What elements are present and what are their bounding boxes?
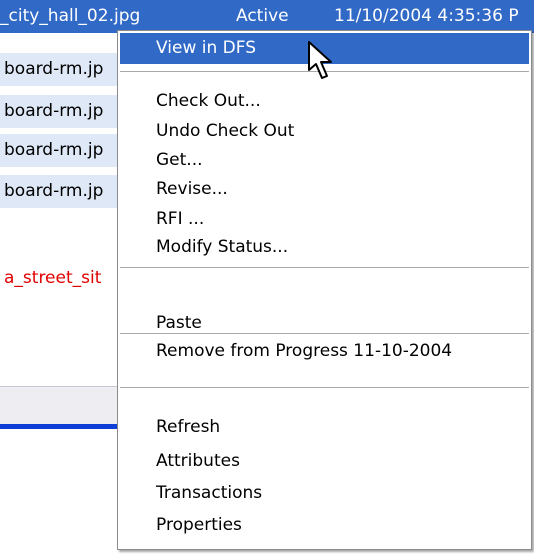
menu-item-refresh[interactable]: Refresh bbox=[120, 412, 529, 443]
menu-item-get[interactable]: Get... bbox=[120, 145, 529, 176]
list-row[interactable]: a_street_sit bbox=[0, 262, 118, 295]
menu-item-properties[interactable]: Properties bbox=[120, 510, 529, 541]
file-name: board-rm.jp bbox=[4, 101, 104, 121]
menu-item-paste[interactable]: Paste bbox=[120, 308, 529, 339]
file-name: _city_hall_02.jpg bbox=[0, 6, 141, 26]
menu-item-modify-status[interactable]: Modify Status... bbox=[120, 232, 529, 263]
file-name: board-rm.jp bbox=[4, 59, 104, 79]
menu-item-attributes[interactable]: Attributes bbox=[120, 446, 529, 477]
list-row[interactable]: board-rm.jp bbox=[0, 134, 118, 167]
panel-divider-bar bbox=[0, 424, 118, 429]
menu-item-undo-check-out[interactable]: Undo Check Out bbox=[120, 116, 529, 147]
file-date: 11/10/2004 4:35:36 P bbox=[334, 6, 519, 26]
menu-separator bbox=[120, 333, 529, 334]
list-row[interactable]: board-rm.jp bbox=[0, 175, 118, 208]
menu-item-rfi[interactable]: RFI ... bbox=[120, 204, 529, 235]
context-menu: View in DFS Check Out... Undo Check Out … bbox=[117, 30, 532, 550]
menu-item-revise[interactable]: Revise... bbox=[120, 174, 529, 205]
menu-separator bbox=[120, 267, 529, 268]
file-name: a_street_sit bbox=[4, 268, 102, 288]
menu-separator bbox=[120, 387, 529, 388]
list-row-selected[interactable]: _city_hall_02.jpg Active 11/10/2004 4:35… bbox=[0, 0, 534, 33]
arrow-pointer-icon bbox=[308, 41, 332, 79]
menu-item-transactions[interactable]: Transactions bbox=[120, 478, 529, 509]
list-row[interactable]: board-rm.jp bbox=[0, 53, 118, 86]
file-name: board-rm.jp bbox=[4, 140, 104, 160]
list-row[interactable]: board-rm.jp bbox=[0, 95, 118, 128]
menu-item-remove-from-progress[interactable]: Remove from Progress 11-10-2004 bbox=[120, 336, 529, 367]
menu-item-check-out[interactable]: Check Out... bbox=[120, 86, 529, 117]
file-status: Active bbox=[236, 6, 289, 26]
panel-band bbox=[0, 386, 118, 425]
file-name: board-rm.jp bbox=[4, 181, 104, 201]
